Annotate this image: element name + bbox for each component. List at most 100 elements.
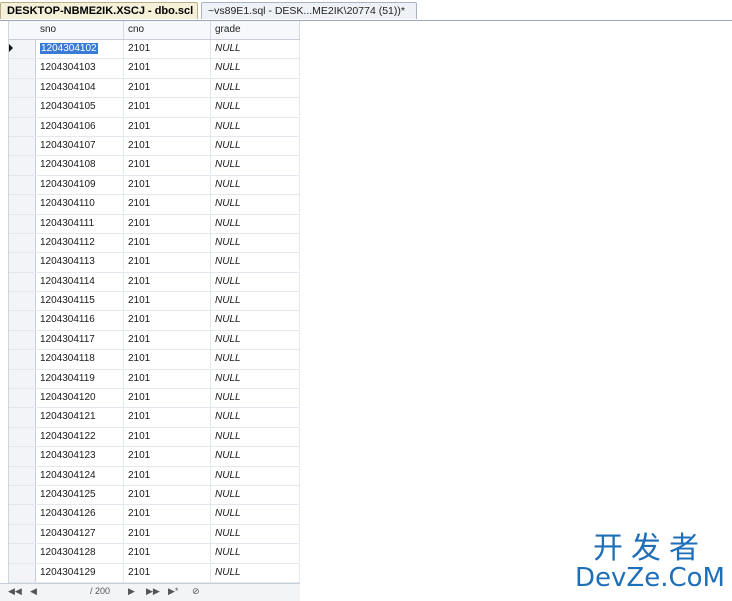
cell-grade[interactable]: NULL (211, 40, 300, 58)
cell-grade[interactable]: NULL (211, 215, 300, 233)
cell-sno[interactable]: 1204304120 (36, 389, 124, 407)
cell-cno[interactable]: 2101 (124, 79, 211, 97)
cell-cno[interactable]: 2101 (124, 370, 211, 388)
cell-sno[interactable]: 1204304126 (36, 505, 124, 523)
cell-grade[interactable]: NULL (211, 59, 300, 77)
table-row[interactable]: 12043041072101NULL (9, 137, 300, 156)
last-record-button[interactable]: ▶▶ (146, 586, 160, 597)
table-row[interactable]: 12043041092101NULL (9, 176, 300, 195)
cell-sno[interactable]: 1204304112 (36, 234, 124, 252)
cell-cno[interactable]: 2101 (124, 215, 211, 233)
table-row[interactable]: 12043041292101NULL (9, 564, 300, 583)
cell-grade[interactable]: NULL (211, 311, 300, 329)
cell-cno[interactable]: 2101 (124, 389, 211, 407)
table-row[interactable]: 12043041222101NULL (9, 428, 300, 447)
cell-grade[interactable]: NULL (211, 525, 300, 543)
cell-sno[interactable]: 1204304127 (36, 525, 124, 543)
cell-cno[interactable]: 2101 (124, 195, 211, 213)
cell-grade[interactable]: NULL (211, 447, 300, 465)
cell-sno[interactable]: 1204304124 (36, 467, 124, 485)
cell-cno[interactable]: 2101 (124, 331, 211, 349)
cell-sno[interactable]: 1204304106 (36, 118, 124, 136)
table-row[interactable]: 12043041132101NULL (9, 253, 300, 272)
table-row[interactable]: 12043041262101NULL (9, 505, 300, 524)
cell-sno[interactable]: 1204304118 (36, 350, 124, 368)
table-row[interactable]: 12043041152101NULL (9, 292, 300, 311)
column-header-sno[interactable]: sno (36, 21, 124, 39)
table-row[interactable]: 12043041172101NULL (9, 331, 300, 350)
cell-sno[interactable]: 1204304111 (36, 215, 124, 233)
table-row[interactable]: 12043041212101NULL (9, 408, 300, 427)
prev-record-button[interactable]: ◀ (30, 586, 37, 597)
cell-grade[interactable]: NULL (211, 428, 300, 446)
cell-cno[interactable]: 2101 (124, 350, 211, 368)
cell-grade[interactable]: NULL (211, 389, 300, 407)
column-header-cno[interactable]: cno (124, 21, 211, 39)
table-row[interactable]: 12043041062101NULL (9, 118, 300, 137)
cell-sno[interactable]: 1204304104 (36, 79, 124, 97)
cell-sno[interactable]: 1204304123 (36, 447, 124, 465)
cell-sno[interactable]: 1204304125 (36, 486, 124, 504)
cell-cno[interactable]: 2101 (124, 505, 211, 523)
cell-sno[interactable]: 1204304108 (36, 156, 124, 174)
cell-sno[interactable]: 1204304103 (36, 59, 124, 77)
table-row[interactable]: 12043041242101NULL (9, 467, 300, 486)
cell-sno[interactable]: 1204304102 (36, 40, 124, 58)
table-row[interactable]: 12043041282101NULL (9, 544, 300, 563)
stop-icon[interactable]: ⊘ (192, 586, 200, 597)
cell-grade[interactable]: NULL (211, 370, 300, 388)
cell-sno[interactable]: 1204304115 (36, 292, 124, 310)
cell-grade[interactable]: NULL (211, 234, 300, 252)
first-record-button[interactable]: ◀◀ (8, 586, 22, 597)
cell-sno[interactable]: 1204304121 (36, 408, 124, 426)
cell-grade[interactable]: NULL (211, 486, 300, 504)
table-row[interactable]: 12043041232101NULL (9, 447, 300, 466)
cell-sno[interactable]: 1204304109 (36, 176, 124, 194)
cell-grade[interactable]: NULL (211, 79, 300, 97)
table-row[interactable]: 12043041082101NULL (9, 156, 300, 175)
cell-cno[interactable]: 2101 (124, 544, 211, 562)
cell-sno[interactable]: 1204304114 (36, 273, 124, 291)
cell-sno[interactable]: 1204304113 (36, 253, 124, 271)
cell-cno[interactable]: 2101 (124, 311, 211, 329)
table-row[interactable]: 12043041192101NULL (9, 370, 300, 389)
cell-cno[interactable]: 2101 (124, 486, 211, 504)
new-record-button[interactable]: ▶* (168, 586, 178, 597)
cell-cno[interactable]: 2101 (124, 525, 211, 543)
table-row[interactable]: 12043041042101NULL (9, 79, 300, 98)
table-row[interactable]: 12043041182101NULL (9, 350, 300, 369)
table-row[interactable]: 12043041142101NULL (9, 273, 300, 292)
cell-cno[interactable]: 2101 (124, 40, 211, 58)
table-row[interactable]: 12043041022101NULL (9, 40, 300, 59)
cell-grade[interactable]: NULL (211, 505, 300, 523)
cell-grade[interactable]: NULL (211, 544, 300, 562)
cell-grade[interactable]: NULL (211, 118, 300, 136)
cell-sno[interactable]: 1204304119 (36, 370, 124, 388)
cell-grade[interactable]: NULL (211, 273, 300, 291)
cell-sno[interactable]: 1204304117 (36, 331, 124, 349)
cell-grade[interactable]: NULL (211, 156, 300, 174)
column-header-grade[interactable]: grade (211, 21, 300, 39)
table-row[interactable]: 12043041162101NULL (9, 311, 300, 330)
cell-grade[interactable]: NULL (211, 137, 300, 155)
cell-sno[interactable]: 1204304110 (36, 195, 124, 213)
table-row[interactable]: 12043041032101NULL (9, 59, 300, 78)
cell-cno[interactable]: 2101 (124, 428, 211, 446)
cell-grade[interactable]: NULL (211, 253, 300, 271)
cell-cno[interactable]: 2101 (124, 176, 211, 194)
results-grid[interactable]: sno cno grade 12043041022101NULL12043041… (8, 21, 300, 583)
cell-cno[interactable]: 2101 (124, 137, 211, 155)
cell-cno[interactable]: 2101 (124, 156, 211, 174)
cell-grade[interactable]: NULL (211, 408, 300, 426)
table-row[interactable]: 12043041272101NULL (9, 525, 300, 544)
table-row[interactable]: 12043041112101NULL (9, 215, 300, 234)
cell-grade[interactable]: NULL (211, 195, 300, 213)
cell-sno[interactable]: 1204304116 (36, 311, 124, 329)
cell-cno[interactable]: 2101 (124, 253, 211, 271)
cell-cno[interactable]: 2101 (124, 467, 211, 485)
cell-cno[interactable]: 2101 (124, 292, 211, 310)
cell-sno[interactable]: 1204304128 (36, 544, 124, 562)
cell-sno[interactable]: 1204304122 (36, 428, 124, 446)
cell-grade[interactable]: NULL (211, 331, 300, 349)
table-row[interactable]: 12043041202101NULL (9, 389, 300, 408)
